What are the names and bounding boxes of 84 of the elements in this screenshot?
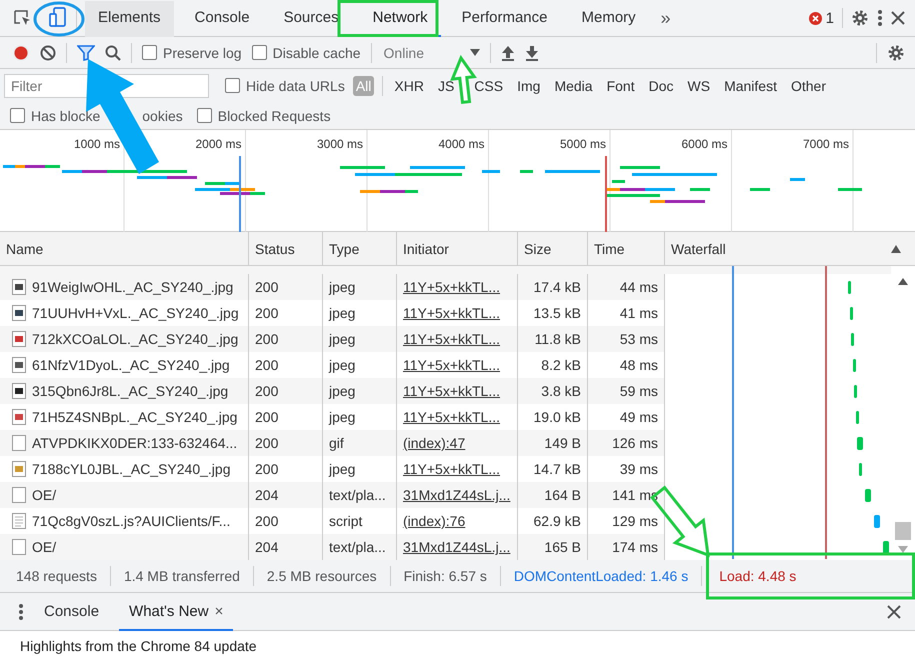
initiator-link[interactable]: 31Mxd1Z44sL.j... [403,487,510,503]
checkbox-label: ookies [142,108,183,124]
type-filter[interactable]: Doc [646,76,676,96]
column-header[interactable]: Waterfall [665,232,915,265]
whats-new-text: Highlights from the Chrome 84 update [20,638,257,654]
column-header[interactable]: Size [518,232,588,265]
panel-tab[interactable]: Sources [270,0,352,36]
tick-label: 6000 ms [681,137,728,151]
request-name[interactable]: 315Qbn6Jr8L._AC_SY240_.jpg [32,383,228,399]
summary-text: 148 requests [16,568,97,584]
error-count[interactable]: 1 [826,10,834,26]
summary-text: 1.4 MB transferred [124,568,240,584]
type-filter[interactable]: WS [684,76,714,96]
initiator-link[interactable]: 31Mxd1Z44sL.j... [403,539,510,555]
initiator-link[interactable]: (index):76 [403,513,466,529]
checkbox-label: Disable cache [272,44,361,60]
initiator-link[interactable]: 11Y+5x+kkTL... [403,305,500,321]
type-filter[interactable]: Manifest [721,76,780,96]
type-filter[interactable]: JS [434,76,458,96]
tick-label: 2000 ms [195,137,242,151]
table-cell: 164 B [518,482,588,508]
more-tabs-button[interactable]: » [656,8,675,28]
request-name[interactable]: 71Qc8gV0szL.js?AUIClients/F... [32,513,230,529]
table-cell: 200 [249,274,323,300]
checkbox-label: Hide data URLs [246,78,345,94]
tick-label: 4000 ms [438,137,484,151]
checkbox-label: Has blocke [31,108,100,124]
request-name[interactable]: 71H5Z4SNBpL._AC_SY240_.jpg [32,409,238,425]
initiator-link[interactable]: 11Y+5x+kkTL... [403,461,500,477]
column-header[interactable]: Initiator [397,232,518,265]
initiator-link[interactable]: 11Y+5x+kkTL... [403,279,500,295]
column-header[interactable]: Type [323,232,397,265]
type-filter[interactable]: Font [604,76,638,96]
column-header[interactable]: Name [0,232,249,265]
column-header[interactable]: Status [249,232,323,265]
request-name[interactable]: ATVPDKIKX0DER:133-632464... [32,435,238,451]
panel-tab[interactable]: Console [182,0,263,36]
tick-label: 3000 ms [316,137,363,151]
table-cell: text/pla... [323,482,397,508]
request-name[interactable]: 91WeigIwOHL._AC_SY240_.jpg [32,279,234,295]
tick-label: 7000 ms [802,137,849,151]
throttling-dropdown[interactable]: Online [382,44,480,60]
checkbox-label: Blocked Requests [218,108,331,124]
initiator-link[interactable]: 11Y+5x+kkTL... [403,331,500,347]
table-cell: 3.8 kB [518,378,588,404]
table-cell: 204 [249,482,323,508]
request-name[interactable]: OE/ [32,539,56,555]
table-cell: 200 [249,378,323,404]
panel-tab[interactable]: Elements [85,0,174,36]
table-cell: 149 B [518,430,588,456]
tick-label: 5000 ms [560,137,606,151]
initiator-link[interactable]: 11Y+5x+kkTL... [403,357,500,373]
request-name[interactable]: 7188cYL0JBL._AC_SY240_.jpg [32,461,230,477]
table-cell: gif [323,430,397,456]
type-filter[interactable]: CSS [471,76,506,96]
column-header[interactable]: Time [588,232,665,265]
type-filter[interactable]: Media [551,76,596,96]
request-name[interactable]: 712kXCOaLOL._AC_SY240_.jpg [32,331,238,347]
tick-label: 1000 ms [74,137,120,151]
drawer-tab[interactable]: Console [34,594,110,630]
type-filter[interactable]: XHR [391,76,427,96]
panel-tab[interactable]: Memory [568,0,649,36]
request-name[interactable]: 71UUHvH+VxL._AC_SY240_.jpg [32,305,239,321]
summary-text: Load: 4.48 s [719,568,796,584]
initiator-link[interactable]: (index):47 [403,435,466,451]
summary-text: Finish: 6.57 s [404,568,487,584]
table-cell: jpeg [323,326,397,352]
summary-text: 2.5 MB resources [266,568,377,584]
table-cell: 11.8 kB [518,326,588,352]
initiator-link[interactable]: 11Y+5x+kkTL... [403,409,500,425]
table-cell: 200 [249,430,323,456]
initiator-link[interactable]: 11Y+5x+kkTL... [403,383,500,399]
type-filter[interactable]: Other [788,76,829,96]
table-cell: jpeg [323,274,397,300]
drawer-tab[interactable]: What's New × [119,594,234,630]
checkbox-label: Preserve log [163,44,242,60]
table-cell: 200 [249,326,323,352]
table-cell: 17.4 kB [518,274,588,300]
type-filter[interactable]: Img [514,76,544,96]
table-cell: jpeg [323,378,397,404]
summary-text: DOMContentLoaded: 1.46 s [514,568,688,584]
panel-tab[interactable]: Performance [448,0,560,36]
request-name[interactable]: OE/ [32,487,56,503]
request-name[interactable]: 61NfzV1DyoL._AC_SY240_.jpg [32,357,230,373]
